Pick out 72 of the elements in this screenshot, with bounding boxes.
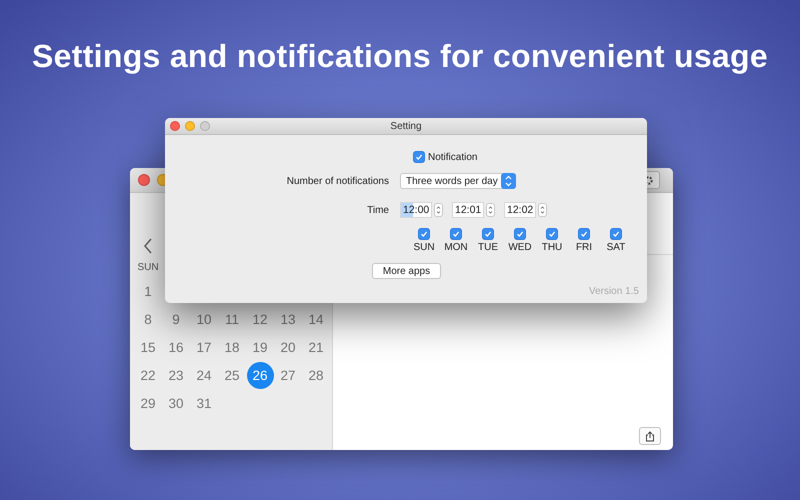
more-apps-button[interactable]: More apps <box>372 263 441 279</box>
weekday-label: TUE <box>478 242 498 253</box>
calendar-day[interactable]: 15 <box>134 334 162 360</box>
calendar-day[interactable]: 11 <box>218 306 246 332</box>
calendar-day[interactable]: 27 <box>274 362 302 388</box>
check-icon <box>484 230 492 238</box>
field-label: Time <box>366 204 390 216</box>
calendar-day[interactable]: 19 <box>246 334 274 360</box>
calendar-day[interactable]: 21 <box>302 334 330 360</box>
calendar-day[interactable]: 22 <box>134 362 162 388</box>
calendar-day[interactable]: 29 <box>134 390 162 416</box>
weekday-label: WED <box>508 242 532 253</box>
calendar-day[interactable]: 30 <box>162 390 190 416</box>
chevrons-icon <box>540 205 545 215</box>
check-icon <box>452 230 460 238</box>
check-icon <box>612 230 620 238</box>
calendar-day[interactable]: 14 <box>302 306 330 332</box>
weekday-checkbox[interactable] <box>514 228 526 240</box>
weekday-label: MON <box>444 242 468 253</box>
stepper[interactable] <box>434 203 443 217</box>
checkbox-label: Notification <box>428 152 478 162</box>
calendar-day[interactable]: 8 <box>134 306 162 332</box>
close-button[interactable] <box>170 121 180 131</box>
weekday-checkbox[interactable] <box>418 228 430 240</box>
weekday-label: THU <box>542 242 562 253</box>
calendar-day[interactable]: 13 <box>274 306 302 332</box>
calendar-day[interactable]: 26 <box>246 362 274 388</box>
chevron-left-icon[interactable] <box>143 237 153 255</box>
calendar-day[interactable]: 9 <box>162 306 190 332</box>
calendar-day[interactable]: 16 <box>162 334 190 360</box>
calendar-day[interactable]: 12 <box>246 306 274 332</box>
headline: Settings and notifications for convenient usage <box>31 38 769 75</box>
window-title: Setting <box>389 120 423 132</box>
calendar-day[interactable]: 24 <box>190 362 218 388</box>
weekday-checkbox[interactable] <box>546 228 558 240</box>
share-button[interactable] <box>639 427 661 445</box>
time-field[interactable]: 12:01 <box>452 202 484 218</box>
notification-count-select[interactable]: Three words per day <box>400 173 516 189</box>
weekday-checkbox[interactable] <box>578 228 590 240</box>
weekday-label: FRI <box>576 242 592 253</box>
close-button[interactable] <box>138 174 150 186</box>
calendar-day[interactable]: 18 <box>218 334 246 360</box>
check-icon <box>516 230 524 238</box>
chevrons-icon <box>501 173 516 189</box>
calendar-day[interactable]: 1 <box>134 278 162 304</box>
calendar-day[interactable]: 25 <box>218 362 246 388</box>
weekday-checkbox[interactable] <box>610 228 622 240</box>
calendar-day[interactable]: 23 <box>162 362 190 388</box>
notification-checkbox[interactable] <box>413 151 425 163</box>
weekday-checkbox[interactable] <box>450 228 462 240</box>
check-icon <box>420 230 428 238</box>
weekday-label: SAT <box>606 242 626 253</box>
check-icon <box>580 230 588 238</box>
calendar-day[interactable]: 17 <box>190 334 218 360</box>
time-field[interactable]: 12:00 <box>400 202 432 218</box>
calendar-day[interactable]: 31 <box>190 390 218 416</box>
stepper[interactable] <box>486 203 495 217</box>
version-label: Version 1.5 <box>588 286 639 297</box>
calendar-day[interactable]: 28 <box>302 362 330 388</box>
share-icon <box>645 430 655 442</box>
calendar-day[interactable]: 20 <box>274 334 302 360</box>
weekday-label: SUN <box>413 242 435 253</box>
check-icon <box>548 230 556 238</box>
weekday-label: SUN <box>136 263 160 273</box>
field-label: Number of notifications <box>286 176 390 186</box>
calendar-day[interactable]: 10 <box>190 306 218 332</box>
chevrons-icon <box>488 205 493 215</box>
chevrons-icon <box>436 205 441 215</box>
check-icon <box>415 153 423 161</box>
stepper[interactable] <box>538 203 547 217</box>
time-field[interactable]: 12:02 <box>504 202 536 218</box>
weekday-checkbox[interactable] <box>482 228 494 240</box>
